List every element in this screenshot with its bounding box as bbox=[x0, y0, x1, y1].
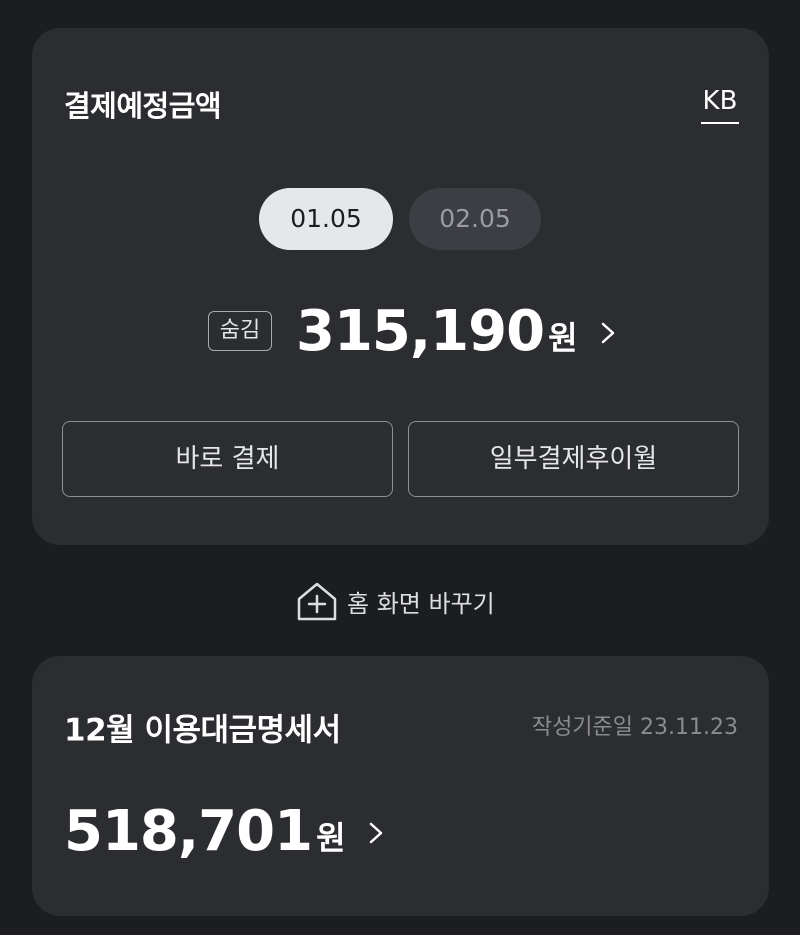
partial-pay-carryover-button[interactable]: 일부결제후이월 bbox=[408, 421, 739, 497]
change-home-screen-button[interactable]: 홈 화면 바꾸기 bbox=[295, 578, 495, 624]
change-home-screen-label: 홈 화면 바꾸기 bbox=[347, 589, 495, 618]
statement-title: 12월 이용대금명세서 bbox=[64, 712, 341, 749]
payment-amount: 315,190 bbox=[296, 298, 545, 364]
pay-now-button[interactable]: 바로 결제 bbox=[62, 421, 393, 497]
tab-kb[interactable]: KB bbox=[701, 82, 739, 124]
statement-amount: 518,701 bbox=[64, 798, 313, 864]
statement-amount-link[interactable]: 518,701 원 bbox=[64, 796, 388, 866]
chevron-right-icon bbox=[601, 322, 614, 344]
hide-amount-button[interactable]: 숨김 bbox=[208, 311, 272, 351]
payment-due-title: 결제예정금액 bbox=[64, 89, 222, 123]
statement-issued-date: 작성기준일 23.11.23 bbox=[531, 715, 738, 740]
statement-card: 12월 이용대금명세서 작성기준일 23.11.23 518,701 원 bbox=[32, 656, 769, 916]
chevron-right-icon bbox=[369, 822, 382, 844]
date-pill-0105[interactable]: 01.05 bbox=[259, 188, 393, 250]
home-plus-icon bbox=[297, 582, 337, 621]
statement-amount-unit: 원 bbox=[316, 819, 346, 857]
payment-amount-unit: 원 bbox=[548, 319, 578, 357]
date-pill-0205[interactable]: 02.05 bbox=[409, 188, 541, 250]
payment-due-card: 결제예정금액 KB 01.05 02.05 숨김 315,190 원 바로 결제… bbox=[32, 28, 769, 545]
payment-amount-link[interactable]: 숨김 315,190 원 bbox=[208, 296, 620, 366]
